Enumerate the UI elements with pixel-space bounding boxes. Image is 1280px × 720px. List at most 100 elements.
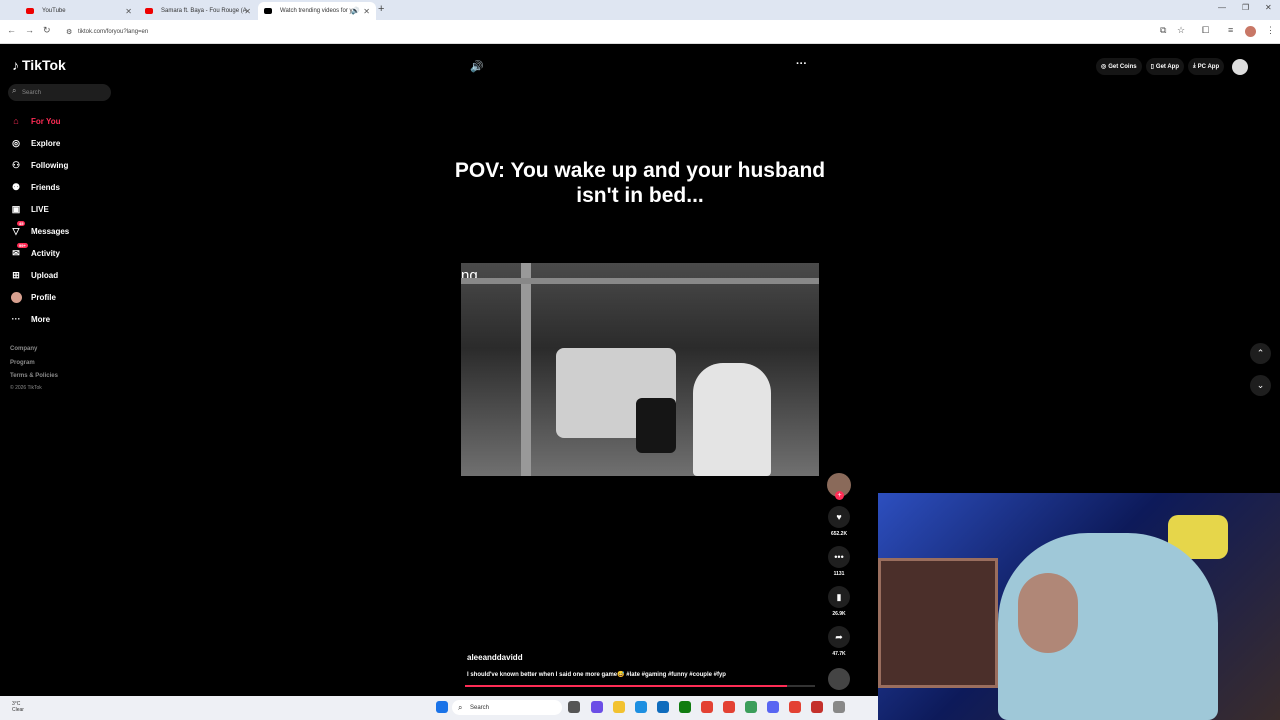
author-name[interactable]: aleeanddavidd xyxy=(467,653,523,662)
extensions-icon[interactable]: ⧠ xyxy=(1202,25,1209,36)
share-action[interactable]: ➦ 47.7K xyxy=(826,626,852,657)
tiktok-logo[interactable]: ♪ TikTok xyxy=(12,57,66,73)
share-count: 47.7K xyxy=(832,651,846,657)
taskbar-search[interactable]: ⌕ Search xyxy=(452,700,562,715)
minimize-button[interactable]: — xyxy=(1218,3,1226,12)
nav-label: For You xyxy=(31,116,61,126)
app-icon[interactable] xyxy=(811,701,823,713)
weather-condition: Clear xyxy=(12,707,24,713)
get-app-button[interactable]: ▯ Get App xyxy=(1145,58,1185,75)
profile-avatar xyxy=(10,291,22,303)
star-icon[interactable]: ☆ xyxy=(1177,25,1185,36)
next-video-button[interactable]: ⌄ xyxy=(1250,375,1271,396)
more-options-icon[interactable]: ··· xyxy=(796,58,807,70)
nav-label: Messages xyxy=(31,226,70,236)
sidebar-item-profile[interactable]: Profile xyxy=(10,286,150,308)
windows-taskbar: 3°C Clear ⌕ Search xyxy=(0,696,878,720)
menu-icon[interactable]: ≡ xyxy=(1228,25,1233,35)
comment-action[interactable]: ••• 1131 xyxy=(826,546,852,577)
activity-icon: ✉ xyxy=(12,247,20,258)
feed-navigation: ⌃ ⌄ xyxy=(1250,343,1271,407)
phone-icon: ▯ xyxy=(1150,64,1154,70)
video-frame[interactable]: ng xyxy=(461,263,819,476)
close-window-button[interactable]: ✕ xyxy=(1265,3,1272,12)
url-text: tiktok.com/foryou?lang=en xyxy=(78,28,149,35)
youtube-icon xyxy=(145,8,153,14)
like-action[interactable]: ♥ 652.2K xyxy=(826,506,852,537)
footer-link-program[interactable]: Program xyxy=(10,357,58,371)
previous-video-button[interactable]: ⌃ xyxy=(1250,343,1271,364)
windows-start-icon[interactable] xyxy=(436,701,448,713)
save-action[interactable]: ▮ 26.9K xyxy=(826,586,852,617)
settings-icon[interactable] xyxy=(833,701,845,713)
search-placeholder: Search xyxy=(22,89,42,96)
forward-icon[interactable]: → xyxy=(25,25,34,35)
browser-profile-avatar[interactable] xyxy=(1245,26,1256,37)
chrome-alt-icon[interactable] xyxy=(789,701,801,713)
install-icon[interactable]: ⧉ xyxy=(1160,25,1166,36)
footer-link-terms[interactable]: Terms & Policies xyxy=(10,370,58,384)
speaker-icon[interactable]: 🔊 xyxy=(351,7,360,15)
copyright-text: © 2026 TikTok xyxy=(10,384,42,391)
weather-widget[interactable]: 3°C Clear xyxy=(12,701,24,713)
tab-title: Watch trending videos for y xyxy=(280,8,353,14)
nav-label: LIVE xyxy=(31,204,49,214)
pc-app-button[interactable]: ⤓ PC App xyxy=(1188,58,1225,75)
copilot-icon[interactable] xyxy=(591,701,603,713)
restore-button[interactable]: ❐ xyxy=(1242,3,1249,12)
nav-label: Friends xyxy=(31,182,60,192)
sidebar-item-messages[interactable]: ▽ 45 Messages xyxy=(10,220,150,242)
reload-icon[interactable]: ↻ xyxy=(43,25,51,36)
get-coins-button[interactable]: ◎ Get Coins xyxy=(1096,58,1142,75)
new-tab-button[interactable]: + xyxy=(378,3,384,15)
site-info-icon[interactable]: ⚙ xyxy=(66,28,72,36)
nav-label: Profile xyxy=(31,292,56,302)
outlook-icon[interactable] xyxy=(657,701,669,713)
close-icon[interactable]: ✕ xyxy=(363,7,370,16)
tab-samara[interactable]: Samara ft. Baya - Fou Rouge (A ✕ xyxy=(139,2,257,20)
sidebar-item-upload[interactable]: ⊞ Upload xyxy=(10,264,150,286)
sidebar-item-activity[interactable]: ✉ 99+ Activity xyxy=(10,242,150,264)
file-explorer-icon[interactable] xyxy=(613,701,625,713)
volume-icon[interactable]: 🔊 xyxy=(470,60,484,73)
more-icon[interactable]: ⋮ xyxy=(1266,25,1275,36)
creator-avatar[interactable]: + xyxy=(827,473,851,500)
chrome-profile-icon[interactable] xyxy=(723,701,735,713)
xbox-icon[interactable] xyxy=(679,701,691,713)
close-icon[interactable]: ✕ xyxy=(244,7,251,16)
nav-label: Following xyxy=(31,160,69,170)
sidebar-item-following[interactable]: ⚇ Following xyxy=(10,154,150,176)
top-actions: ◎ Get Coins ▯ Get App ⤓ PC App xyxy=(1096,58,1249,75)
user-avatar[interactable] xyxy=(1232,59,1249,75)
video-chair xyxy=(636,398,676,453)
share-icon: ➦ xyxy=(828,626,850,648)
following-icon: ⚇ xyxy=(11,159,21,170)
logo-text: TikTok xyxy=(22,57,66,73)
whatsapp-icon[interactable] xyxy=(745,701,757,713)
search-input[interactable]: ⌕ Search xyxy=(8,84,111,101)
sidebar-item-explore[interactable]: ◎ Explore xyxy=(10,132,150,154)
tab-tiktok[interactable]: Watch trending videos for y 🔊 ✕ xyxy=(258,2,376,20)
address-bar[interactable]: ⚙ tiktok.com/foryou?lang=en xyxy=(62,24,1172,39)
back-icon[interactable]: ← xyxy=(7,25,16,35)
sidebar-item-live[interactable]: ▣ LIVE xyxy=(10,198,150,220)
sidebar-item-more[interactable]: ··· More xyxy=(10,308,150,330)
follow-plus-icon[interactable]: + xyxy=(835,491,844,500)
footer-link-company[interactable]: Company xyxy=(10,343,58,357)
browser-tab-bar: YouTube ✕ Samara ft. Baya - Fou Rouge (A… xyxy=(0,0,1280,20)
discord-icon[interactable] xyxy=(767,701,779,713)
chevron-up-icon: ⌃ xyxy=(1256,348,1265,358)
music-disc-icon[interactable] xyxy=(828,668,850,690)
task-view-icon[interactable] xyxy=(568,701,580,713)
notification-badge: 99+ xyxy=(17,243,28,248)
sidebar-item-friends[interactable]: ⚉ Friends xyxy=(10,176,150,198)
video-caption: POV: You wake up and your husband isn't … xyxy=(454,159,826,207)
video-progress-bar[interactable] xyxy=(465,685,815,687)
chrome-icon[interactable] xyxy=(701,701,713,713)
tab-youtube[interactable]: YouTube ✕ xyxy=(20,2,138,20)
progress-fill xyxy=(465,685,787,687)
close-icon[interactable]: ✕ xyxy=(125,7,132,16)
messages-icon: ▽ xyxy=(12,225,20,236)
sidebar-item-for-you[interactable]: ⌂ For You xyxy=(10,110,150,132)
edge-icon[interactable] xyxy=(635,701,647,713)
